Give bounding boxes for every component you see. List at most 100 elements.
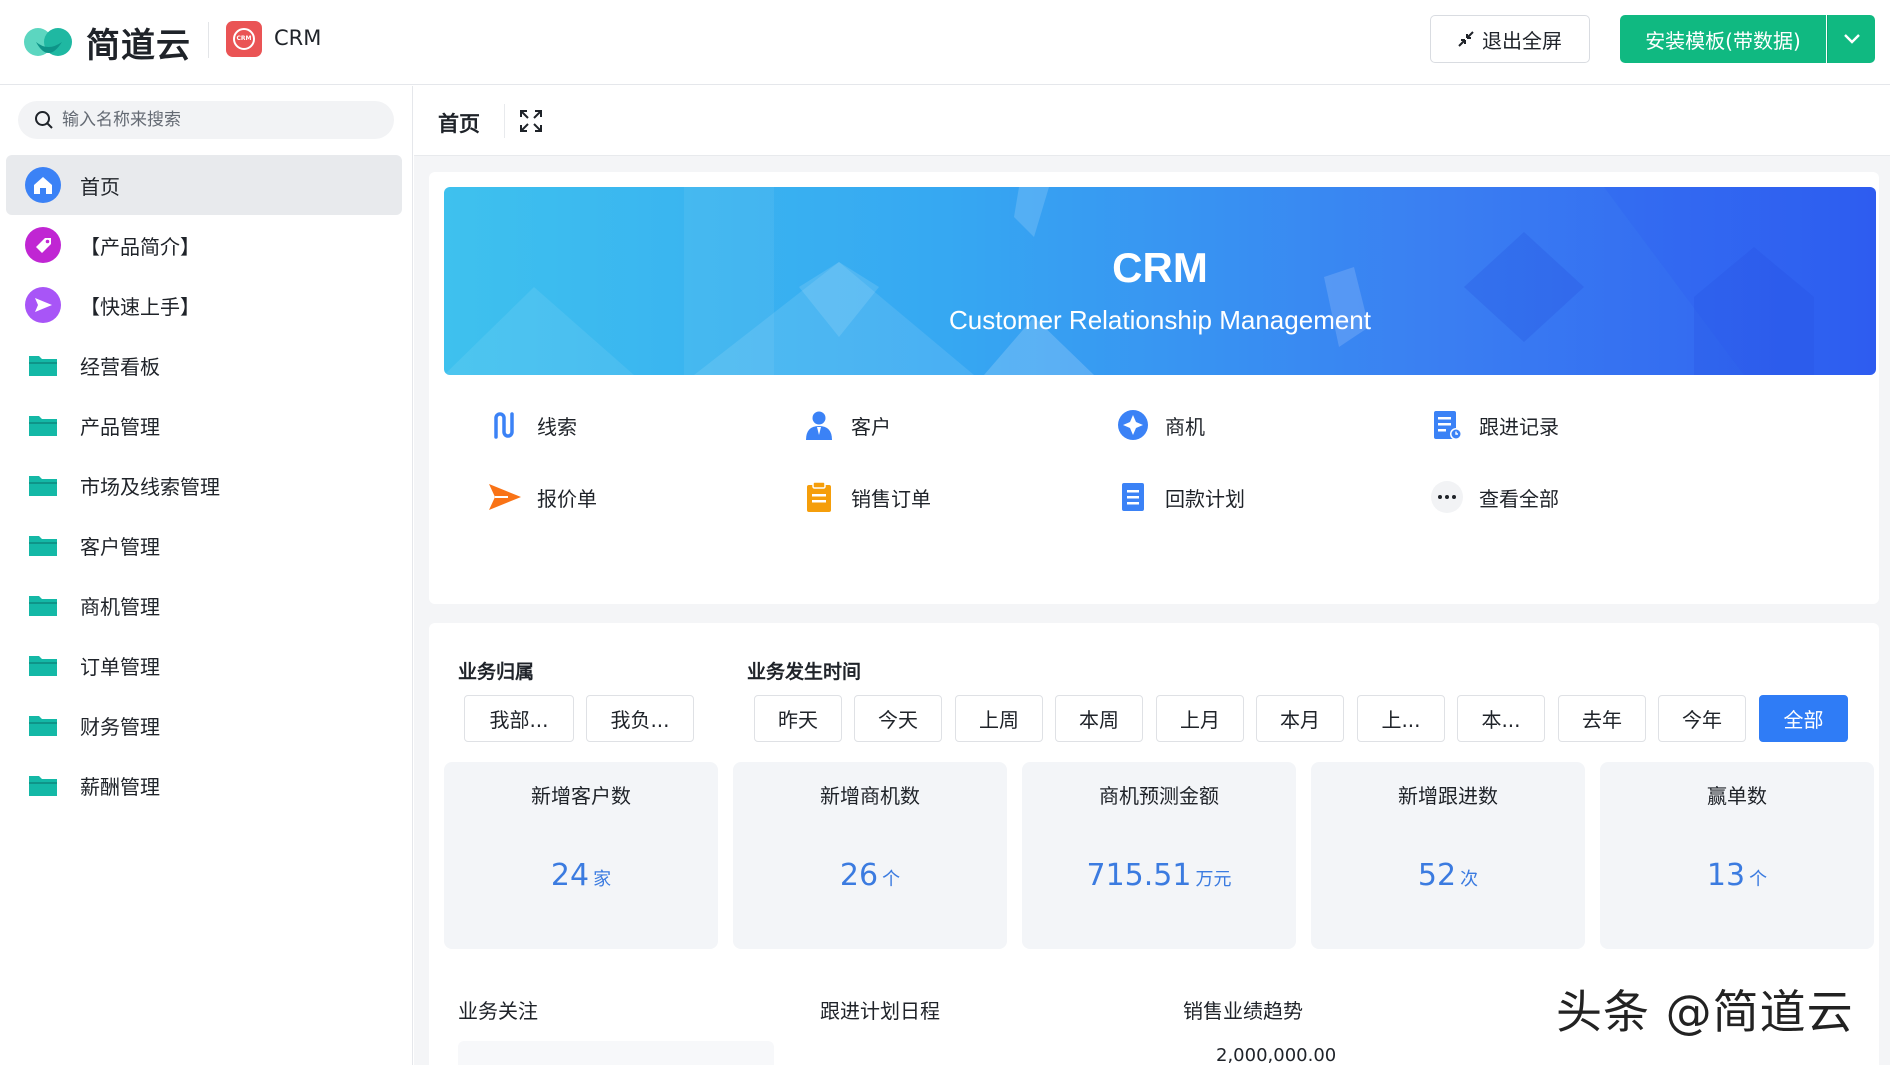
sidebar-nav: 首页 【产品简介】 【快速上手】 经营看板 产品管理 市场及线索管理 客户管理 … <box>6 155 402 815</box>
quick-link-label: 销售订单 <box>851 486 931 511</box>
sidebar-item-opportunity-mgmt[interactable]: 商机管理 <box>6 575 402 635</box>
time-option-this-quarter[interactable]: 本... <box>1457 695 1545 742</box>
quick-link-sales-orders[interactable]: 销售订单 <box>801 479 931 515</box>
sidebar-item-finance-mgmt[interactable]: 财务管理 <box>6 695 402 755</box>
time-option-last-week[interactable]: 上周 <box>955 695 1043 742</box>
search-box[interactable] <box>18 101 394 139</box>
stat-number: 13 <box>1706 858 1746 893</box>
sidebar-item-label: 薪酬管理 <box>80 774 160 799</box>
exit-fullscreen-button[interactable]: 退出全屏 <box>1430 15 1590 63</box>
quick-link-label: 查看全部 <box>1479 486 1559 511</box>
stat-unit: 个 <box>1749 869 1768 890</box>
stat-unit: 个 <box>882 869 901 890</box>
sidebar-item-market-leads[interactable]: 市场及线索管理 <box>6 455 402 515</box>
banner-title: CRM <box>1112 244 1208 291</box>
time-option-today[interactable]: 今天 <box>854 695 942 742</box>
quick-link-followups[interactable]: 跟进记录 <box>1429 407 1559 443</box>
banner-subtitle: Customer Relationship Management <box>949 305 1371 335</box>
sidebar-item-dashboard[interactable]: 经营看板 <box>6 335 402 395</box>
time-option-yesterday[interactable]: 昨天 <box>754 695 842 742</box>
quick-link-opportunities[interactable]: 商机 <box>1115 407 1205 443</box>
tab-home[interactable]: 首页 <box>438 108 480 138</box>
quick-link-quotes[interactable]: 报价单 <box>487 479 597 515</box>
tag-icon <box>24 226 62 264</box>
sidebar-item-label: 财务管理 <box>80 714 160 739</box>
time-option-last-month[interactable]: 上月 <box>1156 695 1244 742</box>
stat-label: 新增客户数 <box>531 784 631 808</box>
exit-fullscreen-label: 退出全屏 <box>1482 28 1562 53</box>
stat-won-deals[interactable]: 赢单数 13 个 <box>1600 762 1874 949</box>
quick-link-label: 回款计划 <box>1165 486 1245 511</box>
time-option-this-week[interactable]: 本周 <box>1055 695 1143 742</box>
record-icon <box>1429 407 1465 443</box>
sidebar-item-home[interactable]: 首页 <box>6 155 402 215</box>
sidebar-item-label: 商机管理 <box>80 594 160 619</box>
sidebar-item-quick-start[interactable]: 【快速上手】 <box>6 275 402 335</box>
sidebar-item-salary-mgmt[interactable]: 薪酬管理 <box>6 755 402 815</box>
send-icon <box>24 286 62 324</box>
sidebar-item-label: 市场及线索管理 <box>80 474 220 499</box>
stat-new-customers[interactable]: 新增客户数 24 家 <box>444 762 718 949</box>
stat-number: 715.51 <box>1086 858 1192 893</box>
document-icon <box>1115 479 1151 515</box>
quick-link-customers[interactable]: 客户 <box>801 407 891 443</box>
quick-link-payment-plan[interactable]: 回款计划 <box>1115 479 1245 515</box>
owner-filter-title: 业务归属 <box>458 661 535 683</box>
sidebar-item-label: 经营看板 <box>80 354 160 379</box>
stat-new-followups[interactable]: 新增跟进数 52 次 <box>1311 762 1585 949</box>
install-dropdown-button[interactable] <box>1827 15 1875 63</box>
time-option-last-year[interactable]: 去年 <box>1558 695 1646 742</box>
stat-value: 24 家 <box>444 858 718 893</box>
stat-new-opportunities[interactable]: 新增商机数 26 个 <box>733 762 1007 949</box>
folder-icon <box>24 406 62 444</box>
stat-value: 26 个 <box>733 858 1007 893</box>
stat-forecast-amount[interactable]: 商机预测金额 715.51 万元 <box>1022 762 1296 949</box>
time-option-this-month[interactable]: 本月 <box>1256 695 1344 742</box>
quick-link-label: 客户 <box>851 414 891 439</box>
stat-unit: 家 <box>593 869 612 890</box>
business-focus-list[interactable] <box>458 1041 774 1065</box>
stat-label: 新增跟进数 <box>1398 784 1498 808</box>
home-icon <box>24 166 62 204</box>
install-template-button[interactable]: 安装模板(带数据) <box>1620 15 1826 63</box>
sidebar-item-order-mgmt[interactable]: 订单管理 <box>6 635 402 695</box>
sidebar-item-customer-mgmt[interactable]: 客户管理 <box>6 515 402 575</box>
app-badge-text: CRM <box>233 28 255 50</box>
quick-link-label: 报价单 <box>537 486 597 511</box>
time-option-all[interactable]: 全部 <box>1759 695 1848 742</box>
clipboard-icon <box>801 479 837 515</box>
time-option-this-year[interactable]: 今年 <box>1658 695 1746 742</box>
fullscreen-icon[interactable] <box>518 108 544 134</box>
time-option-last-quarter[interactable]: 上... <box>1357 695 1445 742</box>
logo-text: 简道云 <box>86 26 191 66</box>
owner-option-department[interactable]: 我部... <box>464 695 574 742</box>
main-content: 首页 CRM Customer Relationship Management … <box>414 86 1890 1065</box>
stat-number: 26 <box>839 858 879 893</box>
stat-unit: 万元 <box>1195 869 1232 890</box>
search-input[interactable] <box>62 110 362 130</box>
folder-icon <box>24 646 62 684</box>
time-filter-title: 业务发生时间 <box>747 661 862 683</box>
stat-label: 新增商机数 <box>820 784 920 808</box>
stat-label: 商机预测金额 <box>1099 784 1219 808</box>
section-sales-trend: 销售业绩趋势 <box>1183 999 1303 1023</box>
quick-link-leads[interactable]: 线索 <box>487 407 577 443</box>
folder-icon <box>24 526 62 564</box>
brand-logo[interactable]: 简道云 <box>22 18 191 67</box>
send-icon <box>487 479 523 515</box>
more-icon <box>1429 479 1465 515</box>
divider <box>208 22 209 58</box>
sidebar-item-product-intro[interactable]: 【产品简介】 <box>6 215 402 275</box>
top-bar: 简道云 CRM CRM 退出全屏 安装模板(带数据) <box>0 0 1890 85</box>
section-followup-schedule: 跟进计划日程 <box>820 999 940 1023</box>
person-icon <box>801 407 837 443</box>
owner-option-responsible[interactable]: 我负... <box>586 695 694 742</box>
quick-link-view-all[interactable]: 查看全部 <box>1429 479 1559 515</box>
tab-bar: 首页 <box>414 86 1890 156</box>
sidebar-item-label: 产品管理 <box>80 414 160 439</box>
folder-icon <box>24 766 62 804</box>
stat-value: 13 个 <box>1600 858 1874 893</box>
app-icon: CRM <box>226 21 262 57</box>
sidebar-item-product-mgmt[interactable]: 产品管理 <box>6 395 402 455</box>
quick-link-label: 线索 <box>537 414 577 439</box>
